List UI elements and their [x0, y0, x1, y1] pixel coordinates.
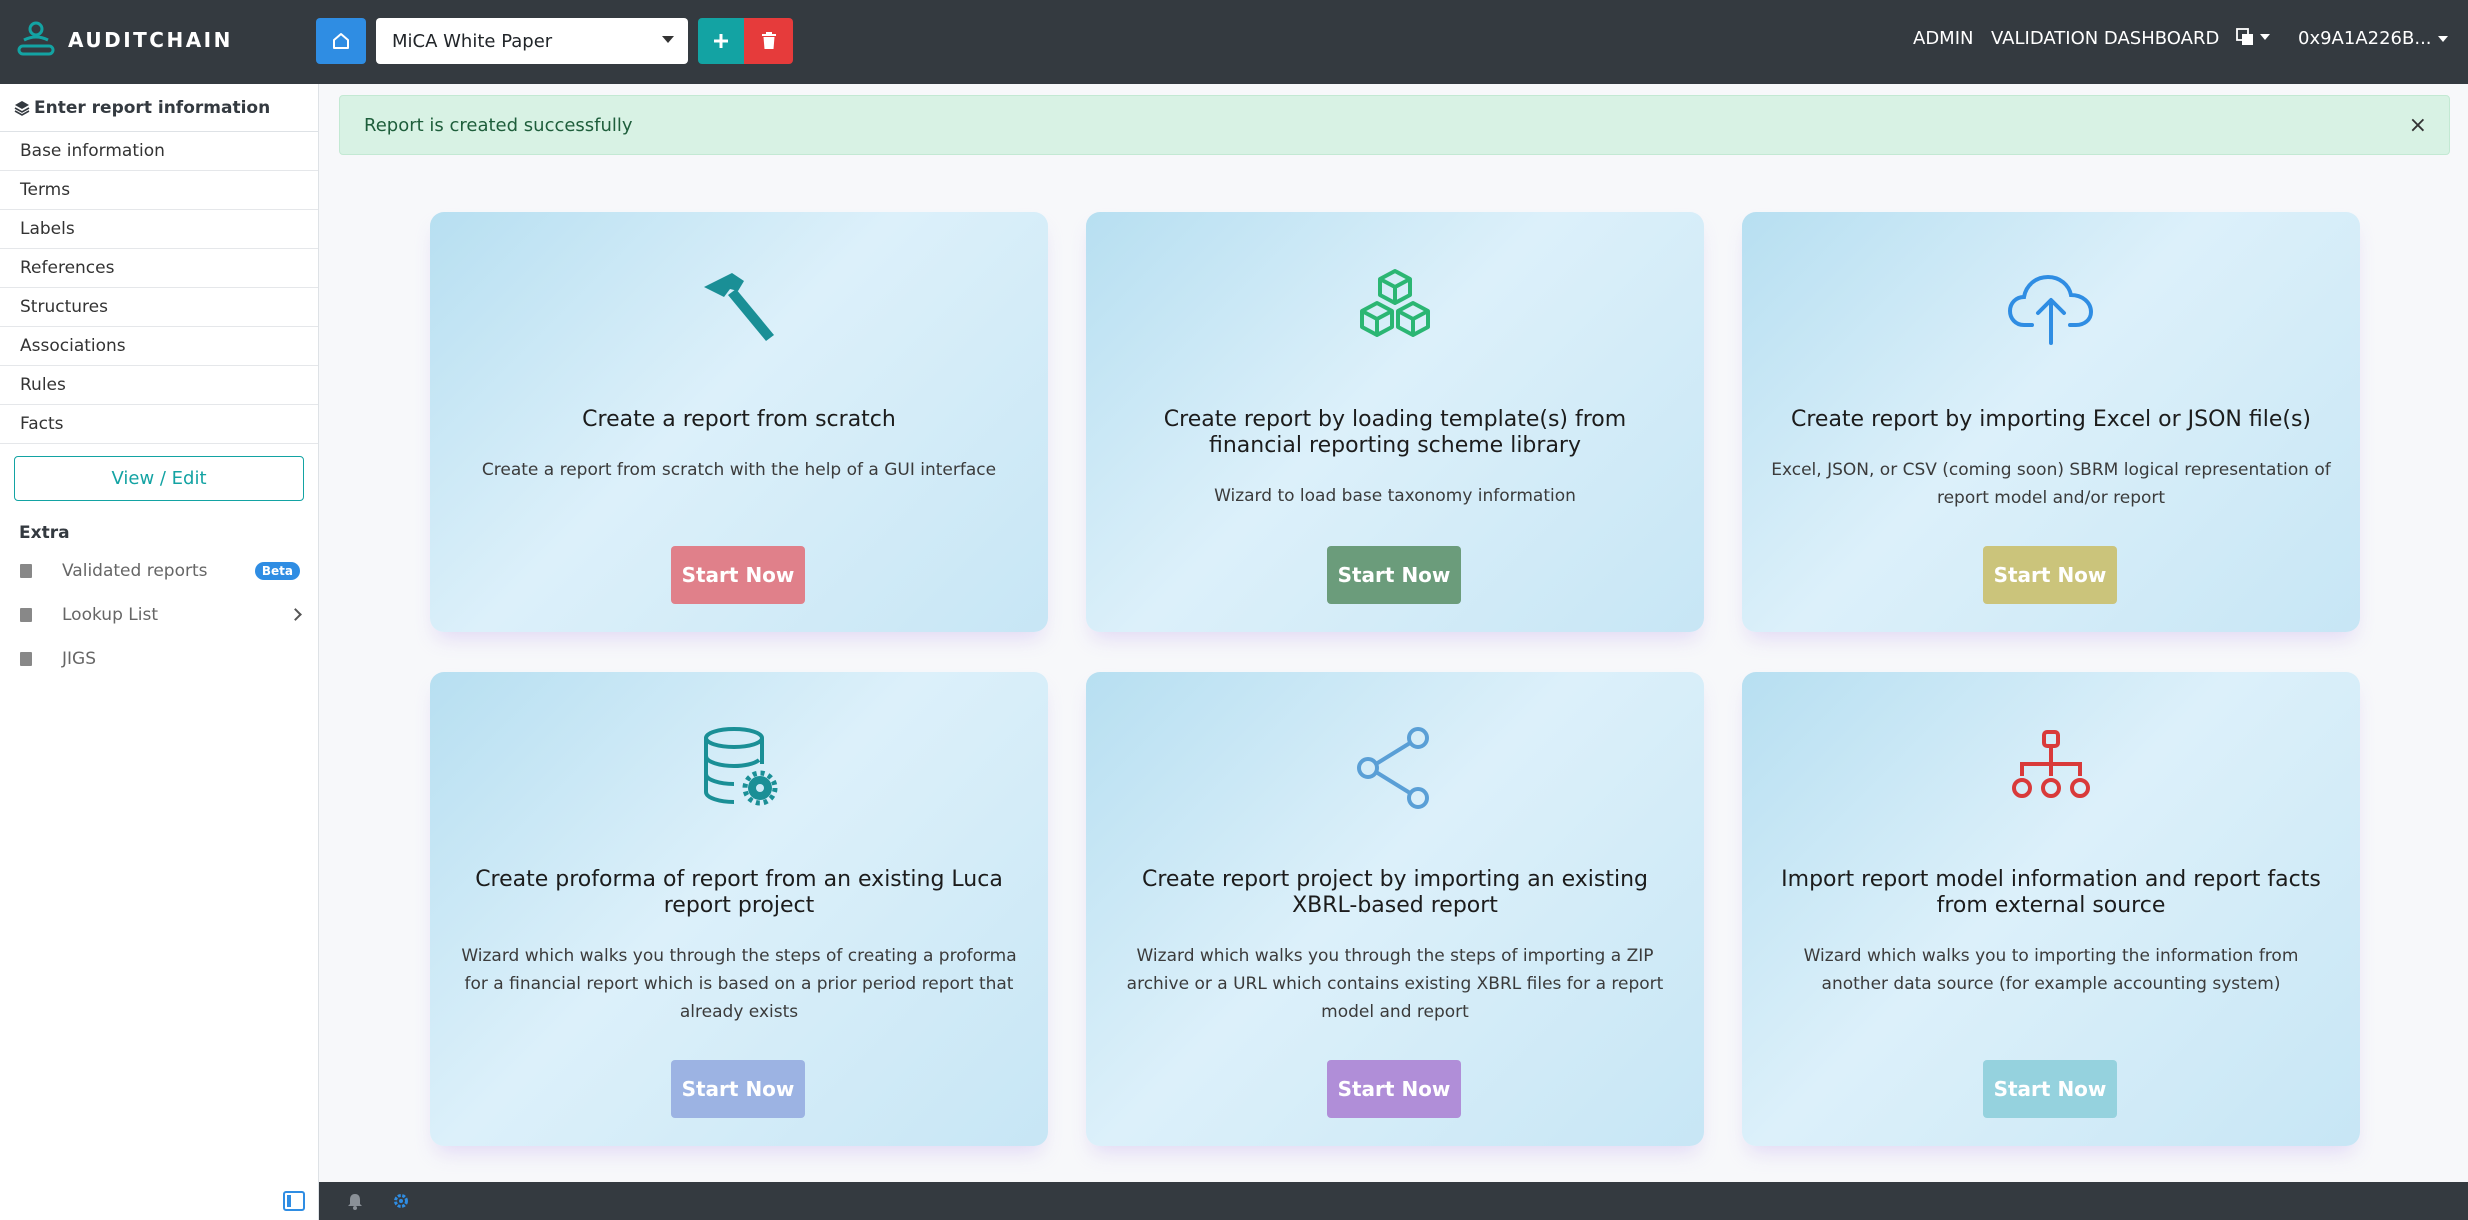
card-create-from-scratch: Create a report from scratch Create a re…: [430, 212, 1048, 632]
sidebar-item-validated-reports[interactable]: Validated reports Beta: [0, 549, 318, 593]
start-now-button[interactable]: Start Now: [1983, 1060, 2117, 1118]
cubes-icon: [1360, 269, 1430, 337]
bottom-bar: [319, 1182, 2468, 1220]
gear-icon[interactable]: [392, 1192, 410, 1210]
card-import-xbrl: Create report project by importing an ex…: [1086, 672, 1704, 1146]
language-dropdown[interactable]: [2236, 26, 2270, 47]
alert-message: Report is created successfully: [364, 114, 633, 136]
sidebar-item-associations[interactable]: Associations: [0, 327, 318, 366]
share-icon: [1357, 727, 1429, 809]
success-alert: Report is created successfully ×: [339, 95, 2450, 155]
card-description: Wizard which walks you through the steps…: [461, 946, 1017, 1022]
sidebar-item-base-information[interactable]: Base information: [0, 132, 318, 171]
home-button[interactable]: [316, 18, 366, 64]
chevron-down-icon: [2437, 36, 2448, 42]
delete-report-button[interactable]: [744, 18, 793, 64]
document-icon: [20, 564, 32, 578]
sidebar-item-facts[interactable]: Facts: [0, 405, 318, 444]
top-navbar: AUDITCHAIN MiCA White Paper ADMIN VALIDA…: [0, 0, 2468, 84]
brand-name: AUDITCHAIN: [68, 28, 233, 52]
nav-admin[interactable]: ADMIN: [1913, 28, 1973, 49]
nav-validation-dashboard[interactable]: VALIDATION DASHBOARD: [1991, 28, 2219, 49]
sidebar-item-terms[interactable]: Terms: [0, 171, 318, 210]
card-title: Create a report from scratch: [582, 407, 896, 432]
book-icon: [20, 608, 32, 622]
report-select-value: MiCA White Paper: [392, 30, 553, 52]
start-now-button[interactable]: Start Now: [1327, 1060, 1461, 1118]
start-now-button[interactable]: Start Now: [1983, 546, 2117, 604]
bell-icon[interactable]: [347, 1193, 363, 1210]
sidebar-item-label: Validated reports: [62, 561, 208, 581]
sitemap-icon: [2012, 730, 2090, 798]
close-icon[interactable]: ×: [2409, 113, 2427, 138]
card-description: Excel, JSON, or CSV (coming soon) SBRM l…: [1771, 460, 2331, 508]
chevron-right-icon: [289, 608, 302, 621]
sidebar-item-label: JIGS: [62, 649, 96, 669]
card-description: Wizard to load base taxonomy information: [1214, 486, 1576, 506]
sidebar-item-labels[interactable]: Labels: [0, 210, 318, 249]
chevron-down-icon: [662, 36, 674, 43]
sidebar-item-structures[interactable]: Structures: [0, 288, 318, 327]
sidebar-heading-label: Enter report information: [34, 97, 271, 118]
sidebar-item-rules[interactable]: Rules: [0, 366, 318, 405]
cloud-upload-icon: [2007, 274, 2094, 345]
account-address: 0x9A1A226B...: [2298, 28, 2432, 49]
card-description: Wizard which walks you through the steps…: [1126, 946, 1664, 1022]
card-title: Create report by loading template(s) fro…: [1163, 407, 1627, 458]
translate-icon: [2236, 28, 2253, 45]
chevron-down-icon: [2260, 34, 2270, 40]
layers-icon: [14, 100, 30, 116]
start-now-button[interactable]: Start Now: [1327, 546, 1461, 604]
home-icon: [333, 33, 349, 49]
sidebar-item-lookup-list[interactable]: Lookup List: [0, 593, 318, 637]
view-edit-button[interactable]: View / Edit: [14, 456, 304, 501]
sidebar-item-references[interactable]: References: [0, 249, 318, 288]
extra-section-label: Extra: [19, 523, 70, 543]
start-now-button[interactable]: Start Now: [671, 546, 805, 604]
sidebar: Enter report information Base informatio…: [0, 84, 319, 1220]
card-import-external-source: Import report model information and repo…: [1742, 672, 2360, 1146]
trash-icon: [761, 32, 776, 49]
card-load-templates: Create report by loading template(s) fro…: [1086, 212, 1704, 632]
sidebar-toggle-icon[interactable]: [283, 1191, 305, 1211]
card-import-excel-json: Create report by importing Excel or JSON…: [1742, 212, 2360, 632]
sidebar-item-jigs[interactable]: JIGS: [0, 637, 318, 681]
start-now-button[interactable]: Start Now: [671, 1060, 805, 1118]
brand-logo[interactable]: AUDITCHAIN: [16, 20, 233, 60]
beta-badge: Beta: [254, 562, 300, 580]
card-title: Create report by importing Excel or JSON…: [1790, 407, 2312, 432]
card-title: Import report model information and repo…: [1781, 867, 2321, 918]
card-title: Create report project by importing an ex…: [1141, 867, 1649, 918]
hammer-icon: [704, 273, 774, 341]
sidebar-item-label: Lookup List: [62, 605, 158, 625]
auditchain-logo-icon: [17, 21, 55, 56]
card-title: Create proforma of report from an existi…: [475, 867, 1003, 918]
card-description: Wizard which walks you to importing the …: [1803, 946, 2299, 994]
report-select[interactable]: MiCA White Paper: [376, 18, 688, 64]
card-description: Create a report from scratch with the he…: [481, 460, 997, 480]
document-icon: [20, 652, 32, 666]
add-report-button[interactable]: [698, 18, 744, 64]
plus-icon: [714, 34, 728, 48]
database-gear-icon: [704, 727, 778, 806]
account-dropdown[interactable]: 0x9A1A226B...: [2298, 28, 2448, 49]
sidebar-heading: Enter report information: [0, 84, 318, 132]
card-create-proforma: Create proforma of report from an existi…: [430, 672, 1048, 1146]
